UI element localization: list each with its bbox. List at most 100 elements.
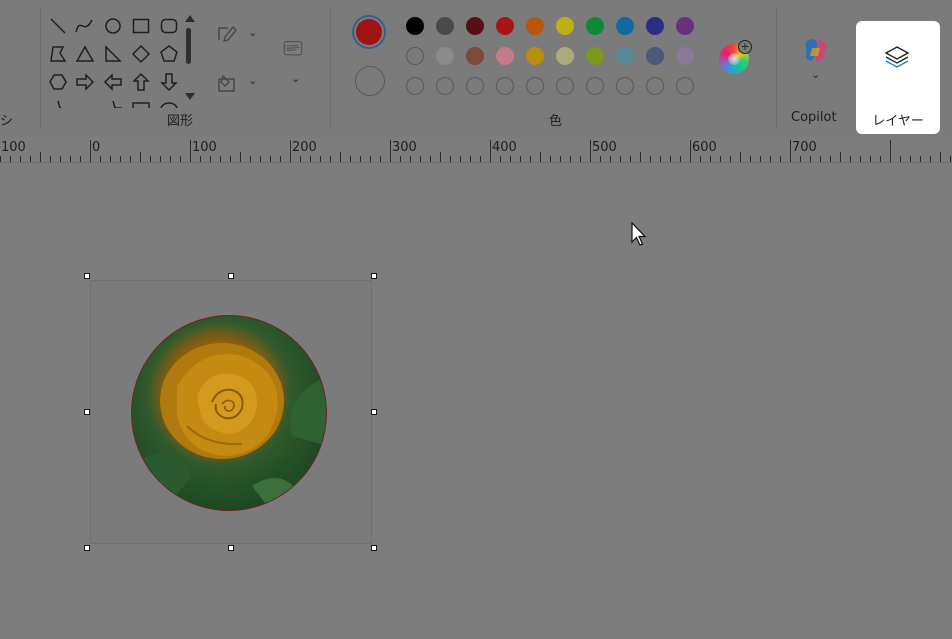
copilot-group-label: Copilot	[791, 110, 837, 125]
ruler-label: 400	[492, 140, 517, 155]
up-arrow-shape-icon[interactable]	[131, 72, 151, 92]
gallery-scroll-up-icon[interactable]	[185, 15, 195, 22]
custom-swatch-empty[interactable]	[676, 77, 694, 95]
ruler-tick	[630, 156, 631, 162]
chevron-down-icon[interactable]: ⌄	[291, 72, 300, 85]
custom-swatch-empty[interactable]	[646, 77, 664, 95]
resize-handle[interactable]	[84, 273, 90, 279]
swatch-dark-red[interactable]	[466, 17, 484, 35]
custom-swatch-empty[interactable]	[526, 77, 544, 95]
right-triangle-shape-icon[interactable]	[103, 44, 123, 64]
ruler-tick	[890, 140, 891, 162]
ruler-tick	[120, 156, 121, 162]
rose-image[interactable]	[131, 315, 327, 511]
ribbon-separator	[330, 8, 331, 128]
oval-callout-shape-icon[interactable]	[159, 100, 179, 108]
swatch-teal[interactable]	[616, 47, 634, 65]
brushes-icon[interactable]	[282, 38, 312, 64]
swatch-green[interactable]	[586, 17, 604, 35]
copilot-icon[interactable]	[800, 34, 832, 66]
custom-swatch-empty[interactable]	[586, 77, 604, 95]
swatch-yellow[interactable]	[556, 17, 574, 35]
resize-handle[interactable]	[371, 409, 377, 415]
swatch-blue[interactable]	[616, 17, 634, 35]
rounded-rectangle-shape-icon[interactable]	[159, 16, 179, 36]
ruler-tick	[360, 156, 361, 162]
custom-swatch-empty[interactable]	[466, 77, 484, 95]
ruler-tick	[20, 156, 21, 162]
down-arrow-shape-icon[interactable]	[159, 72, 179, 92]
ruler-tick	[480, 156, 481, 162]
right-arrow-shape-icon[interactable]	[75, 72, 95, 92]
chevron-down-icon[interactable]: ⌄	[248, 26, 257, 39]
ruler-tick	[540, 152, 541, 162]
pentagon-shape-icon[interactable]	[159, 44, 179, 64]
resize-handle[interactable]	[371, 545, 377, 551]
custom-swatch-empty[interactable]	[496, 77, 514, 95]
swatch-gold[interactable]	[526, 47, 544, 65]
swatch-gray[interactable]	[436, 17, 454, 35]
swatch-pink[interactable]	[496, 47, 514, 65]
gallery-expand-icon[interactable]	[185, 93, 195, 100]
swatch-purple[interactable]	[676, 17, 694, 35]
swatch-light-gray[interactable]	[436, 47, 454, 65]
star5-shape-icon[interactable]	[103, 100, 123, 108]
diamond-shape-icon[interactable]	[131, 44, 151, 64]
line-shape-icon[interactable]	[48, 16, 68, 36]
hexagon-shape-icon[interactable]	[48, 72, 68, 92]
ruler-tick	[670, 156, 671, 162]
triangle-shape-icon[interactable]	[75, 44, 95, 64]
swatch-lavender[interactable]	[676, 47, 694, 65]
swatch-white[interactable]	[406, 47, 424, 65]
ruler-tick	[600, 156, 601, 162]
ruler-tick	[300, 156, 301, 162]
ruler-tick	[250, 156, 251, 162]
copilot-chevron-down-icon[interactable]: ⌄	[811, 68, 820, 81]
ruler-tick	[950, 156, 951, 162]
swatch-orange[interactable]	[526, 17, 544, 35]
swatch-lime[interactable]	[586, 47, 604, 65]
custom-swatch-empty[interactable]	[556, 77, 574, 95]
resize-handle[interactable]	[84, 545, 90, 551]
ruler-tick	[80, 156, 81, 162]
left-arrow-shape-icon[interactable]	[103, 72, 123, 92]
resize-handle[interactable]	[371, 273, 377, 279]
ruler-tick	[560, 156, 561, 162]
outline-icon[interactable]	[216, 22, 238, 44]
swatch-slate[interactable]	[646, 47, 664, 65]
fill-icon[interactable]	[216, 72, 238, 94]
ruler-tick	[850, 156, 851, 162]
custom-swatch-empty[interactable]	[406, 77, 424, 95]
resize-handle[interactable]	[84, 409, 90, 415]
swatch-brown[interactable]	[466, 47, 484, 65]
ruler-tick	[60, 156, 61, 162]
resize-handle[interactable]	[228, 273, 234, 279]
chevron-down-icon[interactable]: ⌄	[248, 74, 257, 87]
ruler-tick	[70, 156, 71, 162]
resize-handle[interactable]	[228, 545, 234, 551]
curve-shape-icon[interactable]	[74, 16, 94, 36]
ruler-tick	[240, 152, 241, 162]
custom-swatch-empty[interactable]	[616, 77, 634, 95]
ruler-tick	[490, 140, 491, 162]
ruler-tick	[810, 156, 811, 162]
star4-shape-icon[interactable]	[48, 100, 68, 108]
ruler-tick	[130, 156, 131, 162]
swatch-cream[interactable]	[556, 47, 574, 65]
ruler-tick	[30, 156, 31, 162]
polygon-shape-icon[interactable]	[48, 44, 68, 64]
gallery-scrollbar[interactable]	[186, 28, 191, 64]
primary-color-button[interactable]	[352, 15, 386, 49]
swatch-indigo[interactable]	[646, 17, 664, 35]
swatch-red[interactable]	[496, 17, 514, 35]
swatch-black[interactable]	[406, 17, 424, 35]
ruler-tick	[370, 156, 371, 162]
secondary-color-button[interactable]	[355, 66, 385, 96]
ruler-tick	[870, 156, 871, 162]
custom-swatch-empty[interactable]	[436, 77, 454, 95]
layers-button[interactable]: レイヤー	[856, 21, 940, 134]
rectangle-shape-icon[interactable]	[131, 16, 151, 36]
add-color-icon[interactable]: +	[738, 40, 752, 54]
oval-shape-icon[interactable]	[103, 16, 123, 36]
callout-shape-icon[interactable]	[131, 100, 151, 108]
